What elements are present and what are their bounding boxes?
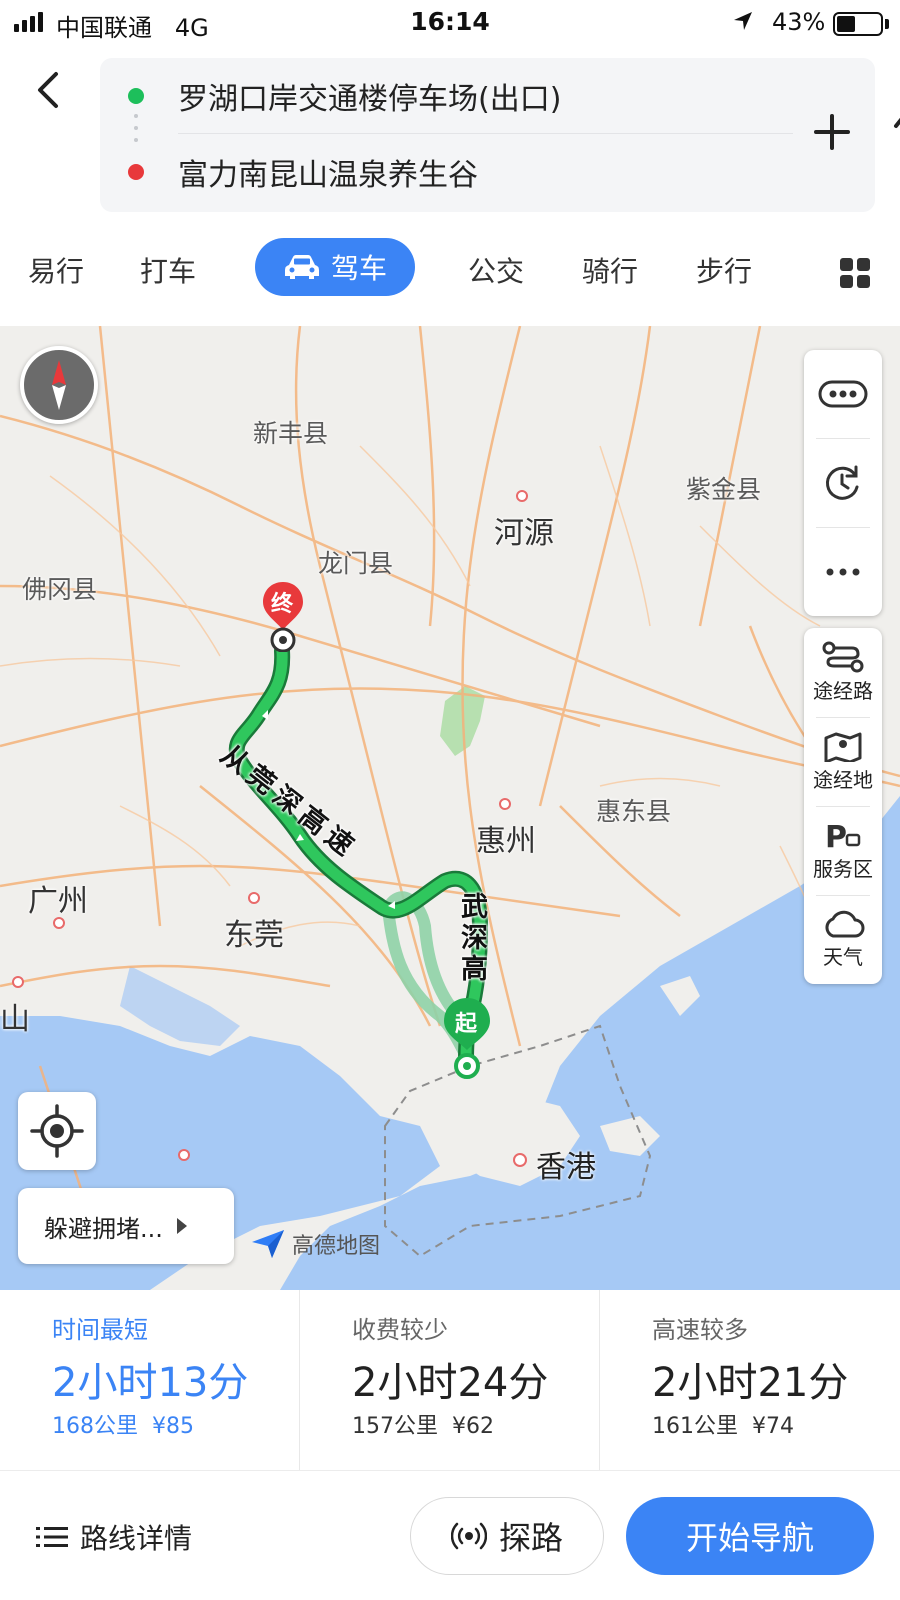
amap-logo-text: 高德地图 [292, 1234, 381, 1259]
location-arrow-icon [734, 12, 752, 30]
start-pin-label: 起 [455, 1012, 478, 1037]
route-tag: 高速较多 [652, 1316, 748, 1344]
amap-logo-icon [252, 1230, 284, 1258]
tab-drive-label: 驾车 [330, 252, 387, 285]
route-duration: 2小时13分 [52, 1360, 249, 1406]
battery-percent: 43% [772, 8, 826, 36]
crosshair-icon [30, 1104, 84, 1158]
more-modes-grid-icon[interactable] [840, 258, 870, 288]
explore-route-button[interactable]: 探路 [410, 1497, 604, 1575]
status-bar: 中国联通 4G 16:14 43% [0, 0, 900, 46]
route-connector [134, 114, 138, 154]
start-navigation-button[interactable]: 开始导航 [626, 1497, 874, 1575]
tab-yixing[interactable]: 易行 [28, 250, 84, 290]
amap-logo: 高德地图 [250, 1228, 380, 1260]
map-view[interactable]: 新丰县 紫金县 河源 龙门县 佛冈县 惠东县 惠州 广州 东莞 佛山 香港 从莞… [0, 326, 900, 1290]
battery-tip [885, 19, 889, 29]
tab-drive[interactable]: 驾车 [255, 238, 415, 296]
future-time-button[interactable] [804, 439, 882, 527]
service-area-button[interactable]: P 服务区 [804, 806, 882, 895]
map-tools-panel [804, 350, 882, 616]
avoid-congestion-label: 躲避拥堵... [44, 1214, 163, 1243]
weather-label: 天气 [823, 945, 863, 969]
travel-mode-tabs: 易行 打车 驾车 公交 骑行 步行 [0, 238, 900, 308]
avoid-congestion-button[interactable]: 躲避拥堵... [18, 1188, 234, 1264]
place-label: 佛冈县 [22, 575, 98, 604]
route-distance-toll: 161公里 ¥74 [652, 1414, 794, 1439]
start-pin-icon: 起 [442, 996, 492, 1084]
via-place-button[interactable]: 途经地 [804, 717, 882, 806]
route-option-1[interactable]: 时间最短 2小时13分 168公里 ¥85 [0, 1290, 300, 1470]
clock: 16:14 [410, 7, 490, 36]
list-icon [36, 1527, 68, 1547]
place-label: 紫金县 [686, 475, 762, 504]
start-point-field[interactable]: 罗湖口岸交通楼停车场(出口) [178, 74, 561, 118]
map-canvas [0, 326, 900, 1290]
end-point-field[interactable]: 富力南昆山温泉养生谷 [178, 150, 478, 194]
car-icon [284, 255, 319, 279]
place-label: 东莞 [224, 918, 284, 953]
traffic-toggle-button[interactable] [804, 350, 882, 438]
via-road-button[interactable]: 途经路 [804, 628, 882, 717]
place-label: 龙门县 [318, 549, 394, 578]
route-option-3[interactable]: 高速较多 2小时21分 161公里 ¥74 [600, 1290, 900, 1470]
route-distance-toll: 168公里 ¥85 [52, 1414, 194, 1439]
divider [178, 133, 793, 134]
back-arrow-icon[interactable] [30, 70, 70, 110]
route-option-2[interactable]: 收费较少 2小时24分 157公里 ¥62 [300, 1290, 600, 1470]
compass-icon[interactable] [20, 346, 98, 424]
end-pin-icon: 终 [261, 580, 305, 656]
tab-walk[interactable]: 步行 [696, 250, 752, 290]
bottom-bar: 路线详情 探路 开始导航 [0, 1470, 900, 1600]
place-label: 惠东县 [596, 797, 672, 826]
place-label: 广州 [28, 884, 88, 919]
more-dots-icon [826, 568, 860, 576]
locate-button[interactable] [18, 1092, 96, 1170]
place-label: 新丰县 [253, 419, 329, 448]
play-arrow-icon [176, 1218, 187, 1234]
place-label: 河源 [494, 516, 554, 551]
route-details-button[interactable]: 路线详情 [36, 1517, 192, 1557]
tab-bike[interactable]: 骑行 [582, 250, 638, 290]
via-road-icon [822, 641, 864, 673]
route-distance-toll: 157公里 ¥62 [352, 1414, 494, 1439]
parking-coffee-icon: P [825, 820, 861, 851]
tab-taxi[interactable]: 打车 [140, 250, 196, 290]
end-pin-label: 终 [271, 592, 294, 617]
route-tag: 时间最短 [52, 1316, 148, 1344]
route-duration: 2小时21分 [652, 1360, 849, 1406]
route-details-label: 路线详情 [80, 1522, 193, 1555]
explore-route-label: 探路 [498, 1519, 563, 1557]
service-area-label: 服务区 [813, 857, 873, 881]
route-tag: 收费较少 [352, 1316, 448, 1344]
route-options: 时间最短 2小时13分 168公里 ¥85 收费较少 2小时24分 157公里 … [0, 1290, 900, 1470]
clock-arrow-icon [825, 465, 859, 500]
route-tools-panel: 途经路 途经地 P 服务区 天气 [804, 628, 882, 984]
weather-button[interactable]: 天气 [804, 895, 882, 984]
broadcast-icon [450, 1522, 487, 1550]
traffic-icon [818, 380, 868, 408]
svg-text:P: P [825, 820, 847, 851]
road-label: 武深高 [456, 892, 487, 985]
tab-bus[interactable]: 公交 [468, 250, 524, 290]
add-waypoint-plus-icon[interactable] [810, 110, 854, 154]
route-input-box: 罗湖口岸交通楼停车场(出口) 富力南昆山温泉养生谷 [100, 58, 900, 212]
place-label: 惠州 [476, 824, 536, 859]
end-dot-icon [128, 164, 144, 180]
via-place-label: 途经地 [813, 768, 873, 792]
battery-icon [833, 12, 883, 36]
map-pin-icon [824, 732, 862, 762]
via-road-label: 途经路 [813, 679, 873, 703]
cloud-icon [825, 910, 865, 938]
start-dot-icon [128, 88, 144, 104]
place-label: 香港 [536, 1150, 596, 1185]
place-label: 佛山 [0, 1002, 30, 1037]
more-button[interactable] [804, 528, 882, 616]
route-duration: 2小时24分 [352, 1360, 549, 1406]
swap-route-icon[interactable] [890, 110, 900, 154]
